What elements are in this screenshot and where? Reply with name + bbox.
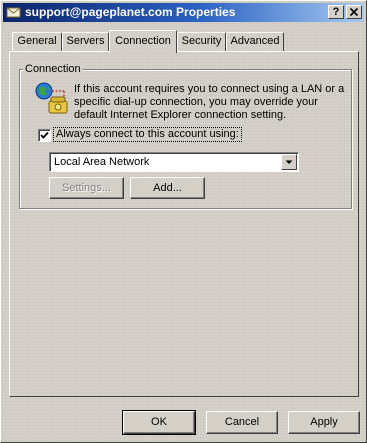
tab-general[interactable]: General bbox=[12, 32, 62, 51]
mail-account-icon bbox=[6, 7, 21, 18]
properties-dialog: support@pageplanet.com Properties ? Gene… bbox=[0, 0, 367, 443]
network-connection-icon bbox=[35, 82, 68, 114]
ok-button-label: OK bbox=[151, 416, 167, 428]
tab-advanced[interactable]: Advanced bbox=[226, 32, 284, 51]
title-bar[interactable]: support@pageplanet.com Properties ? bbox=[3, 3, 364, 22]
connection-info-text: If this account requires you to connect … bbox=[74, 83, 345, 121]
close-icon bbox=[349, 7, 359, 17]
help-button[interactable]: ? bbox=[328, 5, 344, 19]
settings-button-label: Settings... bbox=[62, 182, 111, 194]
connection-group-label: Connection bbox=[23, 62, 83, 76]
checkmark-icon bbox=[40, 131, 49, 139]
dropdown-button[interactable] bbox=[281, 154, 297, 170]
close-button[interactable] bbox=[346, 5, 362, 19]
always-connect-checkbox[interactable] bbox=[38, 129, 51, 142]
window-title: support@pageplanet.com Properties bbox=[25, 5, 236, 19]
connection-select-value: Local Area Network bbox=[54, 156, 150, 168]
apply-button[interactable]: Apply bbox=[288, 411, 360, 434]
apply-button-label: Apply bbox=[310, 416, 338, 428]
add-button[interactable]: Add... bbox=[130, 177, 205, 199]
tab-connection[interactable]: Connection bbox=[109, 30, 177, 53]
settings-button[interactable]: Settings... bbox=[49, 177, 124, 199]
cancel-button[interactable]: Cancel bbox=[206, 411, 278, 434]
tab-security[interactable]: Security bbox=[177, 32, 226, 51]
chevron-down-icon bbox=[285, 160, 293, 164]
cancel-button-label: Cancel bbox=[224, 416, 260, 428]
ok-button[interactable]: OK bbox=[122, 410, 196, 435]
connection-select[interactable]: Local Area Network bbox=[49, 152, 299, 172]
always-connect-label[interactable]: Always connect to this account using: bbox=[53, 127, 242, 142]
tab-servers[interactable]: Servers bbox=[62, 32, 109, 51]
add-button-label: Add... bbox=[153, 182, 182, 194]
